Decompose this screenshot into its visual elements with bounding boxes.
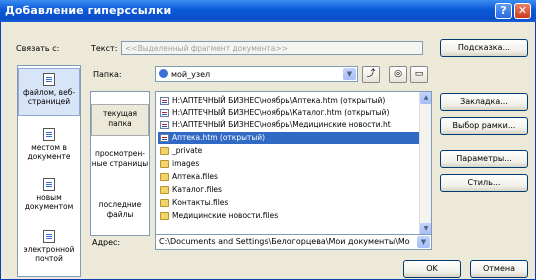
document-place-icon	[43, 128, 55, 141]
web-folder-icon	[159, 69, 168, 78]
select-frame-button[interactable]: Выбор рамки...	[440, 117, 528, 135]
globe-search-icon: ◎	[394, 69, 402, 79]
close-icon[interactable]: ✕	[514, 3, 531, 19]
html-file-icon	[160, 97, 169, 105]
chevron-down-icon[interactable]: ▼	[343, 68, 356, 80]
new-document-icon	[43, 178, 55, 191]
file-name: H:\АПТЕЧНЫЙ БИЗНЕС\ноябрь\Каталог.htm (о…	[172, 108, 390, 117]
file-name: Аптека.htm (открытый)	[172, 133, 266, 142]
browse-file-button[interactable]: ▭	[410, 66, 428, 83]
link-to-bar: файлом, веб-страницей местом в документе…	[17, 65, 81, 277]
cancel-button[interactable]: Отмена	[470, 260, 528, 278]
file-row[interactable]: _private	[158, 145, 420, 157]
up-folder-button[interactable]: ⤴	[362, 66, 380, 83]
chevron-down-icon[interactable]: ▼	[417, 236, 430, 248]
file-name: Каталог.files	[172, 185, 222, 194]
open-folder-icon: ▭	[414, 69, 424, 79]
file-name: Аптека.files	[172, 172, 218, 181]
file-row[interactable]: Контакты.files	[158, 197, 420, 209]
ok-button[interactable]: OK	[403, 260, 461, 278]
style-button[interactable]: Стиль...	[440, 174, 528, 192]
link-to-file-webpage[interactable]: файлом, веб-страницей	[18, 68, 80, 116]
webpage-icon	[43, 73, 55, 86]
file-row[interactable]: H:\АПТЕЧНЫЙ БИЗНЕС\ноябрь\Аптека.htm (от…	[158, 95, 420, 107]
link-to-new-document-label: новым документом	[24, 193, 74, 211]
scroll-up-icon[interactable]: ▲	[420, 92, 431, 104]
file-list-scrollbar[interactable]: ▲ ▼	[419, 92, 431, 235]
subnav-recent-files[interactable]: последние файлы	[91, 196, 149, 226]
file-row[interactable]: Медицинские новости.files	[158, 210, 420, 222]
email-icon	[43, 230, 55, 243]
folder-icon	[160, 173, 169, 181]
file-source-nav: текущая папка просмотрен-ные страницы по…	[90, 91, 150, 236]
text-label: Текст:	[91, 44, 118, 53]
folder-select[interactable]: мой_узел ▼	[155, 66, 358, 82]
link-to-new-document[interactable]: новым документом	[18, 174, 80, 219]
file-name: H:\АПТЕЧНЫЙ БИЗНЕС\ноябрь\Медицинские но…	[172, 120, 391, 129]
link-to-email[interactable]: электронной почтой	[18, 226, 80, 274]
html-file-icon	[160, 121, 169, 129]
subnav-browsed-pages[interactable]: просмотрен-ные страницы	[91, 147, 149, 185]
address-input[interactable]: C:\Documents and Settings\Белогорцева\Мо…	[155, 234, 432, 250]
file-row[interactable]: H:\АПТЕЧНЫЙ БИЗНЕС\ноябрь\Медицинские но…	[158, 119, 420, 131]
folder-select-value: мой_узел	[171, 70, 211, 79]
parameters-button[interactable]: Параметры...	[440, 150, 528, 168]
folder-icon	[160, 212, 169, 220]
dialog-title-bar[interactable]: Добавление гиперссылки	[0, 0, 536, 22]
text-display-input[interactable]: <<Выделенный фрагмент документа>>	[121, 41, 423, 55]
address-value: C:\Documents and Settings\Белогорцева\Мо…	[159, 237, 410, 246]
file-row-selected[interactable]: Аптека.htm (открытый)	[158, 132, 420, 144]
subnav-current-folder[interactable]: текущая папка	[91, 104, 149, 136]
file-row[interactable]: Аптека.files	[158, 171, 420, 183]
hint-button[interactable]: Подсказка...	[440, 39, 528, 57]
file-name: H:\АПТЕЧНЫЙ БИЗНЕС\ноябрь\Аптека.htm (от…	[172, 96, 386, 105]
link-to-place-label: местом в документе	[27, 143, 71, 161]
link-to-label: Связать с:	[16, 44, 60, 53]
help-icon[interactable]: ?	[495, 3, 512, 19]
html-file-icon	[160, 109, 169, 117]
dialog-title: Добавление гиперссылки	[5, 4, 172, 17]
folder-icon	[160, 160, 169, 168]
html-file-icon	[160, 134, 169, 142]
file-name: Контакты.files	[172, 198, 229, 207]
browse-web-button[interactable]: ◎	[389, 66, 407, 83]
folder-label: Папка:	[93, 70, 122, 79]
file-row[interactable]: H:\АПТЕЧНЫЙ БИЗНЕС\ноябрь\Каталог.htm (о…	[158, 107, 420, 119]
file-name: Медицинские новости.files	[172, 211, 279, 220]
file-list[interactable]: H:\АПТЕЧНЫЙ БИЗНЕС\ноябрь\Аптека.htm (от…	[155, 91, 432, 236]
file-row[interactable]: images	[158, 158, 420, 170]
folder-icon	[160, 186, 169, 194]
address-label: Адрес:	[92, 238, 121, 247]
link-to-place-in-document[interactable]: местом в документе	[18, 124, 80, 169]
link-to-email-label: электронной почтой	[23, 245, 75, 263]
folder-icon	[160, 199, 169, 207]
bookmark-button[interactable]: Закладка...	[440, 93, 528, 111]
file-name: images	[172, 159, 200, 168]
link-to-file-webpage-label: файлом, веб-страницей	[22, 88, 76, 106]
file-name: _private	[172, 146, 203, 155]
file-row[interactable]: Каталог.files	[158, 184, 420, 196]
folder-icon	[160, 147, 169, 155]
up-folder-icon: ⤴	[366, 69, 376, 79]
